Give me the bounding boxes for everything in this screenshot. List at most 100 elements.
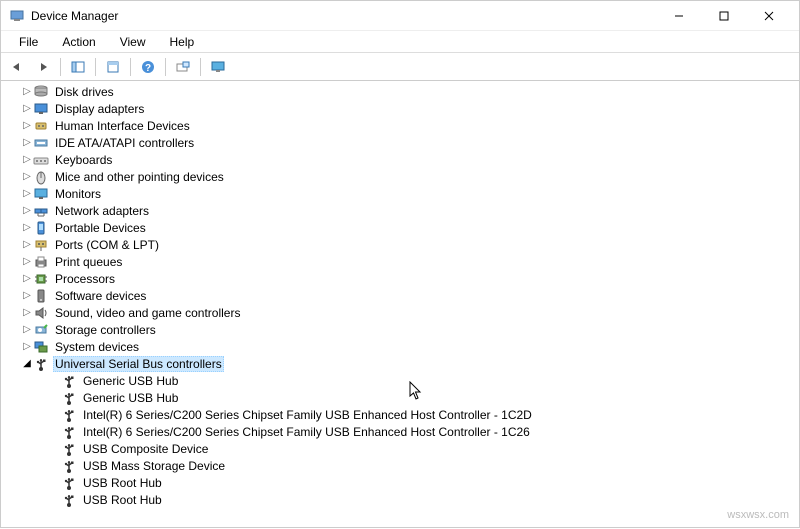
toolbar-separator <box>165 58 166 76</box>
chevron-right-icon[interactable]: ▷ <box>21 86 33 97</box>
forward-button[interactable] <box>31 56 55 78</box>
minimize-button[interactable] <box>656 1 701 31</box>
usb-icon <box>61 373 77 389</box>
app-icon <box>9 8 25 24</box>
tree-category[interactable]: ▷Ports (COM & LPT) <box>5 236 799 253</box>
chevron-right-icon[interactable]: ▷ <box>21 222 33 233</box>
portable-icon <box>33 220 49 236</box>
toolbar-separator <box>130 58 131 76</box>
chevron-right-icon[interactable]: ▷ <box>21 137 33 148</box>
chevron-right-icon[interactable]: ▷ <box>21 290 33 301</box>
tree-category[interactable]: ▷Software devices <box>5 287 799 304</box>
tree-category[interactable]: ▷ Print queues <box>5 253 799 270</box>
keyboard-icon <box>33 152 49 168</box>
tree-label: USB Composite Device <box>81 442 210 456</box>
tree-label: System devices <box>53 340 141 354</box>
tree-label: Generic USB Hub <box>81 391 180 405</box>
toolbar: ? <box>1 53 799 81</box>
tree-label: Human Interface Devices <box>53 119 192 133</box>
chevron-right-icon[interactable]: ▷ <box>21 256 33 267</box>
scan-hardware-button[interactable] <box>171 56 195 78</box>
tree-device[interactable]: ▷Intel(R) 6 Series/C200 Series Chipset F… <box>5 406 799 423</box>
tree-device[interactable]: ▷USB Root Hub <box>5 474 799 491</box>
tree-category[interactable]: ▷ Keyboards <box>5 151 799 168</box>
tree-label: IDE ATA/ATAPI controllers <box>53 136 196 150</box>
display-icon <box>33 101 49 117</box>
usb-icon <box>61 441 77 457</box>
tree-label: Display adapters <box>53 102 146 116</box>
close-button[interactable] <box>746 1 791 31</box>
tree-category[interactable]: ▷ Display adapters <box>5 100 799 117</box>
tree-category[interactable]: ▷Storage controllers <box>5 321 799 338</box>
tree-category[interactable]: ▷ Sound, video and game controllers <box>5 304 799 321</box>
tree-label: Universal Serial Bus controllers <box>53 356 224 372</box>
window-controls <box>656 1 791 31</box>
tree-category[interactable]: ▷Portable Devices <box>5 219 799 236</box>
menu-help[interactable]: Help <box>158 33 207 51</box>
chevron-right-icon[interactable]: ▷ <box>21 239 33 250</box>
chevron-down-icon[interactable]: ◢ <box>21 358 33 369</box>
tree-label: Generic USB Hub <box>81 374 180 388</box>
titlebar: Device Manager <box>1 1 799 31</box>
tree-category[interactable]: ▷ Network adapters <box>5 202 799 219</box>
chevron-right-icon[interactable]: ▷ <box>21 307 33 318</box>
tree-device[interactable]: ▷USB Root Hub <box>5 491 799 508</box>
tree-device[interactable]: ▷Generic USB Hub <box>5 389 799 406</box>
usb-icon <box>61 407 77 423</box>
back-button[interactable] <box>5 56 29 78</box>
menu-file[interactable]: File <box>7 33 50 51</box>
mouse-icon <box>33 169 49 185</box>
chevron-right-icon[interactable]: ▷ <box>21 188 33 199</box>
usb-icon <box>61 390 77 406</box>
hid-icon <box>33 118 49 134</box>
chevron-right-icon[interactable]: ▷ <box>21 171 33 182</box>
printer-icon <box>33 254 49 270</box>
tree-category[interactable]: ▷ Disk drives <box>5 83 799 100</box>
svg-text:?: ? <box>145 63 151 74</box>
tree-label: Disk drives <box>53 85 116 99</box>
properties-button[interactable] <box>101 56 125 78</box>
tree-device[interactable]: ▷USB Composite Device <box>5 440 799 457</box>
usb-icon <box>61 424 77 440</box>
tree-category[interactable]: ▷ System devices <box>5 338 799 355</box>
display-monitor-button[interactable] <box>206 56 230 78</box>
network-icon <box>33 203 49 219</box>
ide-icon <box>33 135 49 151</box>
chevron-right-icon[interactable]: ▷ <box>21 273 33 284</box>
chevron-right-icon[interactable]: ▷ <box>21 205 33 216</box>
tree-category[interactable]: ▷ Human Interface Devices <box>5 117 799 134</box>
tree-category[interactable]: ▷Mice and other pointing devices <box>5 168 799 185</box>
maximize-button[interactable] <box>701 1 746 31</box>
tree-category[interactable]: ▷ Monitors <box>5 185 799 202</box>
tree-category[interactable]: ◢ Universal Serial Bus controllers <box>5 355 799 372</box>
tree-category[interactable]: ▷ IDE ATA/ATAPI controllers <box>5 134 799 151</box>
show-hide-console-tree-button[interactable] <box>66 56 90 78</box>
chevron-right-icon[interactable]: ▷ <box>21 324 33 335</box>
tree-label: Monitors <box>53 187 103 201</box>
menu-action[interactable]: Action <box>50 33 107 51</box>
menu-view[interactable]: View <box>108 33 158 51</box>
tree-label: Intel(R) 6 Series/C200 Series Chipset Fa… <box>81 425 532 439</box>
usb-icon <box>61 475 77 491</box>
toolbar-separator <box>60 58 61 76</box>
window-title: Device Manager <box>31 9 118 23</box>
chevron-right-icon[interactable]: ▷ <box>21 154 33 165</box>
chevron-right-icon[interactable]: ▷ <box>21 341 33 352</box>
tree-device[interactable]: ▷USB Mass Storage Device <box>5 457 799 474</box>
chevron-right-icon[interactable]: ▷ <box>21 103 33 114</box>
toolbar-separator <box>95 58 96 76</box>
disk-icon <box>33 84 49 100</box>
help-button[interactable]: ? <box>136 56 160 78</box>
tree-category[interactable]: ▷ Processors <box>5 270 799 287</box>
tree-device[interactable]: ▷Intel(R) 6 Series/C200 Series Chipset F… <box>5 423 799 440</box>
device-tree[interactable]: ▷ Disk drives ▷ Display adapters ▷ Human Inte… <box>1 81 799 529</box>
tree-label: Print queues <box>53 255 124 269</box>
tree-label: Processors <box>53 272 117 286</box>
tree-label: Keyboards <box>53 153 114 167</box>
tree-label: Network adapters <box>53 204 151 218</box>
storage-icon <box>33 322 49 338</box>
cpu-icon <box>33 271 49 287</box>
tree-device[interactable]: ▷Generic USB Hub <box>5 372 799 389</box>
chevron-right-icon[interactable]: ▷ <box>21 120 33 131</box>
tree-label: Sound, video and game controllers <box>53 306 242 320</box>
